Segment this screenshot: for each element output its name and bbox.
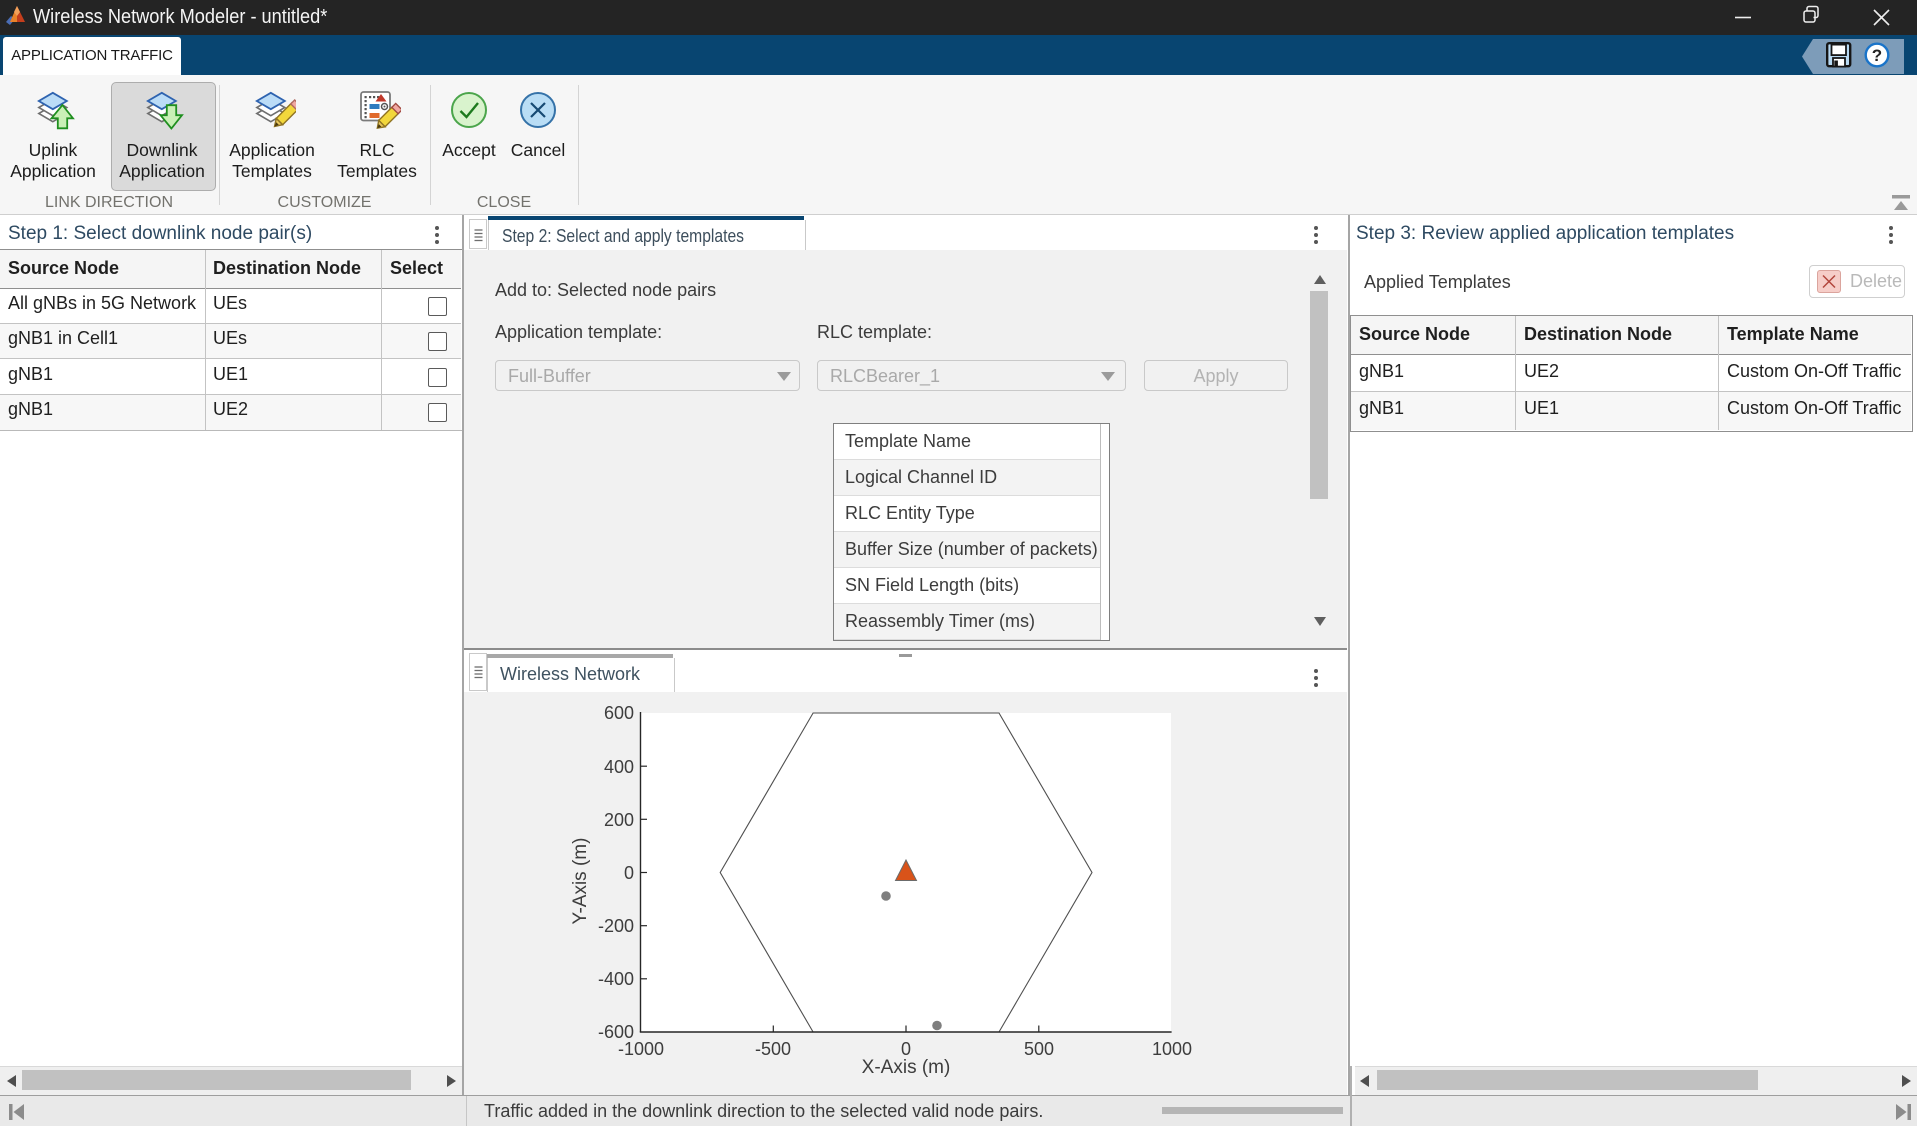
svg-text:?: ? — [1872, 46, 1882, 65]
